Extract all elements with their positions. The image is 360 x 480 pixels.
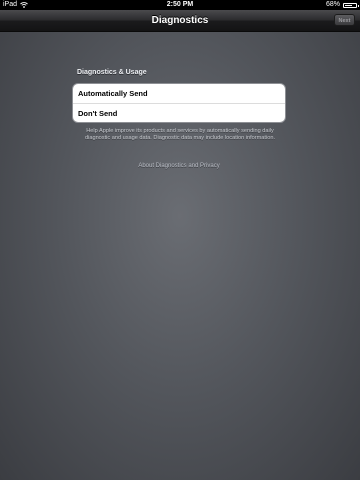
section-description: Help Apple improve its products and serv… [85,128,275,142]
navigation-bar: Diagnostics Next [0,10,360,32]
section-header: Diagnostics & Usage [77,69,147,76]
about-diagnostics-link[interactable]: About Diagnostics and Privacy [72,163,286,169]
battery-fill [345,4,352,6]
next-button[interactable]: Next [334,14,355,26]
status-time: 2:50 PM [166,1,194,8]
status-bar: iPad 2:50 PM 68% [0,0,360,10]
status-right: 68% [325,0,359,10]
option-automatically-send[interactable]: Automatically Send [73,84,285,103]
page-title: Diagnostics [151,15,209,26]
diagnostics-options: Automatically Send Don't Send [72,83,286,123]
option-dont-send[interactable]: Don't Send [73,103,285,122]
battery-percent: 68% [325,1,340,8]
battery-icon [343,2,359,8]
